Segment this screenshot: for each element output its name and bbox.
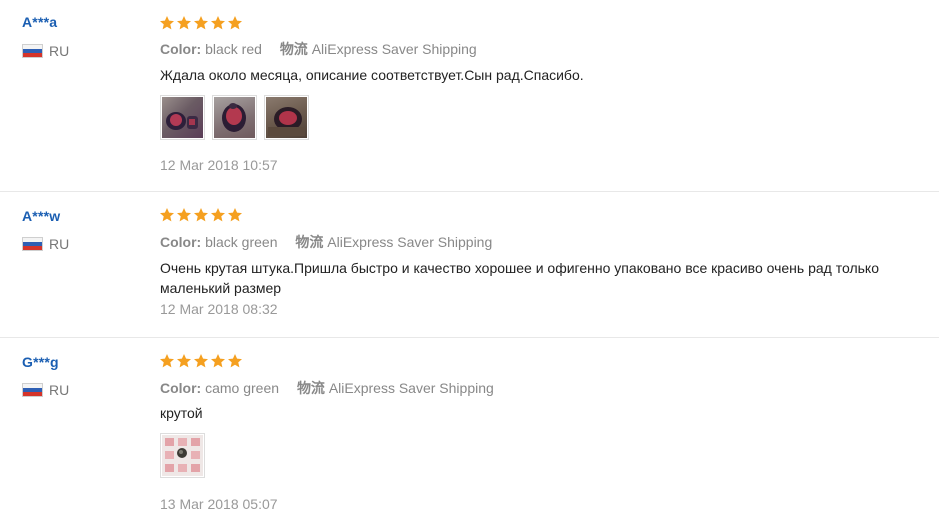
star-icon (176, 207, 192, 223)
star-rating (159, 15, 243, 31)
review-date: 12 Mar 2018 08:32 (160, 301, 278, 317)
reviewer-country: RU (22, 382, 69, 398)
color-label: Color: (160, 234, 202, 250)
color-label: Color: (160, 41, 202, 57)
color-value: black green (205, 234, 278, 250)
star-icon (210, 353, 226, 369)
review-item: G***g RU Color: camo green 物流 AliExpress… (0, 338, 939, 528)
review-text: крутой (160, 405, 203, 421)
review-meta: Color: black green 物流 AliExpress Saver S… (160, 232, 492, 252)
review-photos (160, 433, 205, 478)
shipping-value: AliExpress Saver Shipping (328, 380, 494, 396)
color-value: camo green (205, 380, 280, 396)
star-icon (159, 353, 175, 369)
review-photo-thumbnail[interactable] (212, 95, 257, 140)
review-photo-thumbnail[interactable] (264, 95, 309, 140)
review-date: 12 Mar 2018 10:57 (160, 157, 278, 173)
russia-flag-icon (22, 383, 43, 397)
star-icon (227, 207, 243, 223)
star-icon (159, 207, 175, 223)
review-item: A***a RU Color: black red 物流 AliExpress … (0, 0, 939, 192)
star-icon (210, 15, 226, 31)
star-icon (193, 15, 209, 31)
color-value: black red (205, 41, 262, 57)
shipping-value: AliExpress Saver Shipping (327, 234, 493, 250)
shipping-value: AliExpress Saver Shipping (311, 41, 477, 57)
review-text-line: Очень крутая штука.Пришла быстро и качес… (160, 260, 879, 276)
review-meta: Color: camo green 物流 AliExpress Saver Sh… (160, 378, 494, 398)
star-rating (159, 353, 243, 369)
review-text: Ждала около месяца, описание соответству… (160, 67, 584, 83)
review-meta: Color: black red 物流 AliExpress Saver Shi… (160, 39, 477, 59)
reviewer-country: RU (22, 43, 69, 59)
color-label: Color: (160, 380, 202, 396)
country-code: RU (49, 43, 70, 59)
country-code: RU (49, 236, 70, 252)
star-rating (159, 207, 243, 223)
shipping-label: 物流 (295, 234, 324, 250)
star-icon (193, 207, 209, 223)
reviewer-name[interactable]: A***w (22, 208, 60, 224)
country-code: RU (49, 382, 70, 398)
star-icon (176, 353, 192, 369)
star-icon (159, 15, 175, 31)
review-photo-thumbnail[interactable] (160, 433, 205, 478)
review-text-line: маленький размер (160, 280, 282, 296)
star-icon (210, 207, 226, 223)
review-photo-thumbnail[interactable] (160, 95, 205, 140)
star-icon (193, 353, 209, 369)
russia-flag-icon (22, 237, 43, 251)
reviewer-country: RU (22, 236, 69, 252)
review-date: 13 Mar 2018 05:07 (160, 496, 278, 512)
reviewer-name[interactable]: G***g (22, 354, 59, 370)
shipping-label: 物流 (279, 41, 308, 57)
review-text: Очень крутая штука.Пришла быстро и качес… (160, 258, 939, 298)
shipping-label: 物流 (296, 380, 325, 396)
review-item: A***w RU Color: black green 物流 AliExpres… (0, 192, 939, 338)
star-icon (176, 15, 192, 31)
reviewer-name[interactable]: A***a (22, 14, 57, 30)
star-icon (227, 353, 243, 369)
review-photos (160, 95, 309, 140)
russia-flag-icon (22, 44, 43, 58)
star-icon (227, 15, 243, 31)
